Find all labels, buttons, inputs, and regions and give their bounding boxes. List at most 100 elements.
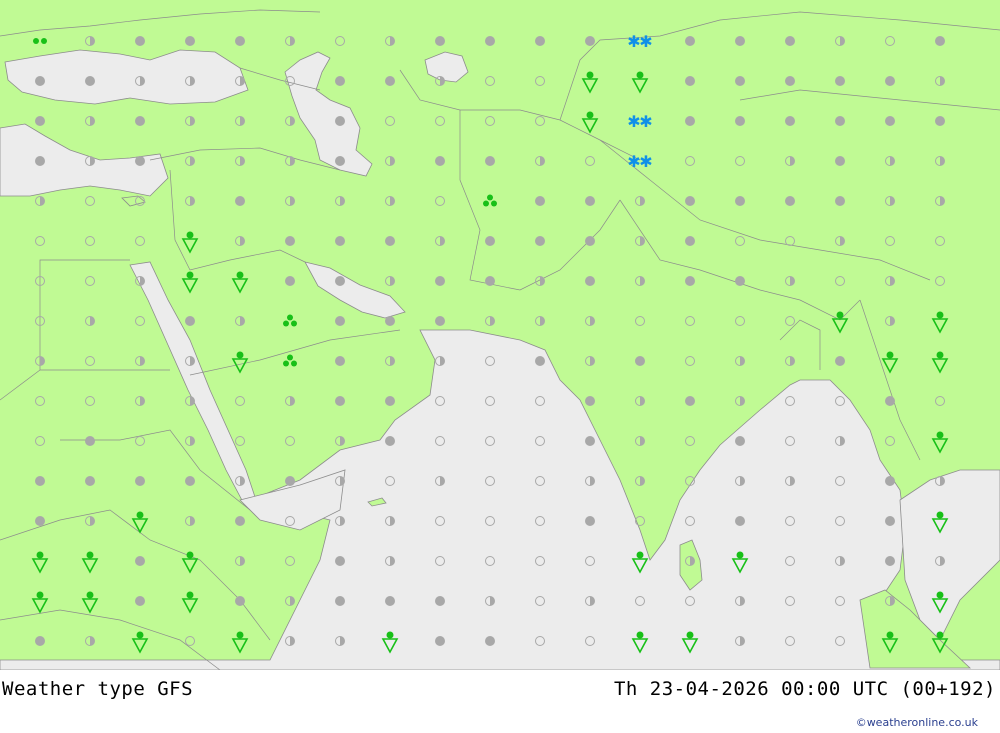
overcast-icon: [85, 436, 95, 446]
overcast-icon: [585, 276, 595, 286]
overcast-icon: [785, 196, 795, 206]
svg-text:✱: ✱: [639, 152, 652, 171]
overcast-icon: [335, 76, 345, 86]
overcast-icon: [435, 636, 445, 646]
overcast-icon: [685, 276, 695, 286]
overcast-icon: [35, 636, 45, 646]
overcast-icon: [185, 476, 195, 486]
overcast-icon: [535, 356, 545, 366]
overcast-icon: [835, 116, 845, 126]
svg-text:✱: ✱: [639, 32, 652, 51]
overcast-icon: [135, 36, 145, 46]
overcast-icon: [935, 116, 945, 126]
overcast-icon: [235, 36, 245, 46]
overcast-icon: [135, 556, 145, 566]
overcast-icon: [885, 396, 895, 406]
overcast-icon: [385, 76, 395, 86]
overcast-icon: [535, 236, 545, 246]
overcast-icon: [335, 596, 345, 606]
overcast-icon: [785, 76, 795, 86]
overcast-icon: [235, 596, 245, 606]
overcast-icon: [735, 76, 745, 86]
overcast-icon: [185, 36, 195, 46]
overcast-icon: [735, 196, 745, 206]
overcast-icon: [335, 236, 345, 246]
overcast-icon: [185, 316, 195, 326]
model-name: GFS: [157, 678, 194, 700]
overcast-icon: [885, 76, 895, 86]
overcast-icon: [35, 476, 45, 486]
overcast-icon: [35, 156, 45, 166]
overcast-icon: [685, 196, 695, 206]
overcast-icon: [485, 36, 495, 46]
overcast-icon: [435, 36, 445, 46]
valid-time: Th 23-04-2026 00:00 UTC (00+192): [613, 678, 996, 700]
product-title: Weather type: [2, 678, 146, 700]
overcast-icon: [785, 36, 795, 46]
overcast-icon: [585, 196, 595, 206]
overcast-icon: [285, 236, 295, 246]
overcast-icon: [135, 156, 145, 166]
snow-icon: ✱✱: [627, 152, 652, 171]
overcast-icon: [885, 556, 895, 566]
overcast-icon: [685, 116, 695, 126]
map-caption: Weather type GFS: [2, 678, 193, 700]
svg-text:✱: ✱: [639, 112, 652, 131]
overcast-icon: [85, 476, 95, 486]
overcast-icon: [435, 596, 445, 606]
overcast-icon: [485, 636, 495, 646]
overcast-icon: [335, 276, 345, 286]
overcast-icon: [835, 156, 845, 166]
overcast-icon: [335, 316, 345, 326]
overcast-icon: [435, 316, 445, 326]
overcast-icon: [685, 236, 695, 246]
overcast-icon: [135, 476, 145, 486]
snow-icon: ✱✱: [627, 112, 652, 131]
overcast-icon: [885, 476, 895, 486]
overcast-icon: [385, 236, 395, 246]
overcast-icon: [585, 396, 595, 406]
overcast-icon: [385, 436, 395, 446]
overcast-icon: [385, 316, 395, 326]
overcast-icon: [735, 116, 745, 126]
overcast-icon: [585, 436, 595, 446]
overcast-icon: [285, 476, 295, 486]
snow-icon: ✱✱: [627, 32, 652, 51]
overcast-icon: [585, 516, 595, 526]
overcast-icon: [435, 276, 445, 286]
overcast-icon: [735, 276, 745, 286]
overcast-icon: [835, 196, 845, 206]
overcast-icon: [885, 116, 895, 126]
overcast-icon: [585, 236, 595, 246]
overcast-icon: [385, 396, 395, 406]
overcast-icon: [335, 396, 345, 406]
overcast-icon: [435, 156, 445, 166]
overcast-icon: [485, 156, 495, 166]
overcast-icon: [585, 36, 595, 46]
overcast-icon: [35, 516, 45, 526]
overcast-icon: [885, 516, 895, 526]
overcast-icon: [735, 36, 745, 46]
overcast-icon: [385, 596, 395, 606]
overcast-icon: [335, 116, 345, 126]
overcast-icon: [835, 76, 845, 86]
overcast-icon: [135, 596, 145, 606]
overcast-icon: [235, 516, 245, 526]
overcast-icon: [535, 36, 545, 46]
overcast-icon: [685, 396, 695, 406]
overcast-icon: [85, 76, 95, 86]
overcast-icon: [735, 516, 745, 526]
overcast-icon: [635, 356, 645, 366]
overcast-icon: [335, 156, 345, 166]
overcast-icon: [235, 196, 245, 206]
overcast-icon: [35, 116, 45, 126]
overcast-icon: [335, 356, 345, 366]
overcast-icon: [685, 76, 695, 86]
credit-link[interactable]: ©weatheronline.co.uk: [856, 716, 978, 729]
overcast-icon: [685, 36, 695, 46]
overcast-icon: [135, 116, 145, 126]
weather-map: ✱✱✱✱✱✱: [0, 0, 1000, 670]
overcast-icon: [335, 556, 345, 566]
overcast-icon: [785, 116, 795, 126]
overcast-icon: [835, 356, 845, 366]
